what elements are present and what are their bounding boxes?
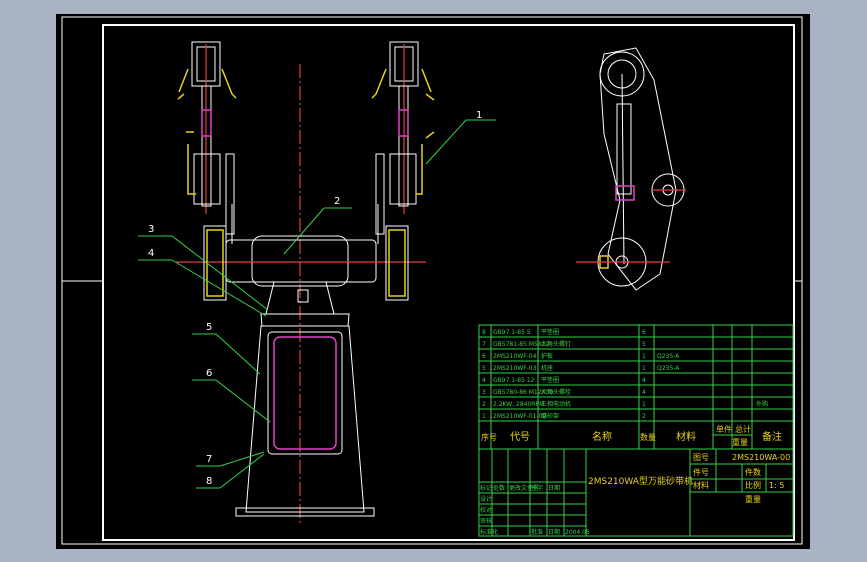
bom-cell-code: 2MS210WF-03	[493, 365, 537, 372]
bom-cell-qty: 1	[642, 365, 646, 372]
bom-cell-name: 机座	[541, 364, 553, 372]
title-block: 2MS210WA型万能砂带机 图号 2MS210WA-00 件号 件数 比例 1…	[478, 448, 794, 537]
bom-cell-material: Q235-A	[657, 353, 680, 360]
balloon-6: 6	[206, 368, 212, 379]
hdr-single: 单件	[716, 424, 732, 434]
bom-cell-name: 平垫圈	[541, 376, 559, 384]
tb-designer: 设计	[480, 495, 492, 503]
drawing-canvas: 1 2 3 4 5 6 7 8 8 GB97.1-85 5 平垫圈 67 GB5…	[61, 16, 803, 545]
scale-value: 1: 5	[769, 481, 784, 490]
bom-cell-qty: 6	[642, 329, 646, 336]
parts-list: 8 GB97.1-85 5 平垫圈 67 GB5781-85 M5X12六角头螺钉 56 2…	[478, 324, 794, 450]
tb-mark: 标记	[480, 484, 492, 492]
bom-cell-no: 8	[482, 329, 486, 336]
hdr-total: 总计	[735, 424, 751, 434]
bom-cell-material: Q235-A	[657, 365, 680, 372]
tb-sign: 签字	[531, 484, 543, 492]
cad-viewport[interactable]: 1 2 3 4 5 6 7 8 8 GB97.1-85 5 平垫圈 6 7 GB…	[0, 0, 867, 562]
count-label: 件数	[745, 467, 761, 477]
material-label: 材料	[693, 480, 709, 490]
bom-cell-name: 平垫圈	[541, 328, 559, 336]
bom-cell-note: 外购	[756, 400, 768, 408]
drawing-code-label: 图号	[693, 453, 709, 462]
bom-cell-name: 六角头螺栓	[541, 388, 571, 396]
scale-label: 比例	[745, 480, 761, 490]
balloon-5: 5	[206, 322, 212, 333]
bom-cell-qty: 4	[642, 389, 646, 396]
balloon-2: 2	[334, 196, 340, 207]
balloon-leaders	[138, 119, 496, 489]
balloon-4: 4	[148, 248, 154, 259]
front-view	[176, 41, 435, 524]
drawing-title: 2MS210WA型万能砂带机	[588, 475, 693, 487]
weight-label: 重量	[745, 494, 761, 504]
bom-cell-code: GB97.1-85 5	[493, 329, 531, 336]
bom-cell-qty: 2	[642, 413, 646, 420]
bom-cell-qty: 1	[642, 401, 646, 408]
balloon-3: 3	[148, 224, 154, 235]
bom-cell-code: GB97.1-85 12	[493, 377, 535, 384]
balloon-8: 8	[206, 476, 212, 487]
tb-count: 处数	[493, 484, 505, 492]
tb-stdcheck: 标准化	[480, 528, 498, 536]
hdr-no: 序号	[481, 432, 497, 442]
drawing-sheet: 1 2 3 4 5 6 7 8 8 GB97.1-85 5 平垫圈 6 7 GB…	[56, 14, 810, 549]
part-no-label: 件号	[693, 467, 709, 477]
bom-cell-no: 7	[482, 341, 486, 348]
bom-cell-no: 2	[482, 401, 486, 408]
bom-cell-name: 磨砂架	[541, 412, 559, 420]
tb-date-value: 2004.05	[565, 529, 590, 536]
bom-cell-no: 3	[482, 389, 486, 396]
drawing-code: 2MS210WA-00	[732, 453, 790, 462]
tb-approver: 批准	[531, 528, 543, 536]
bom-cell-qty: 4	[642, 377, 646, 384]
balloon-1: 1	[476, 110, 482, 121]
hdr-weight: 重量	[732, 437, 748, 447]
hdr-code: 代号	[510, 431, 530, 443]
bom-cell-name: 护板	[541, 352, 553, 360]
bom-cell-code: 2MS210WF-04	[493, 353, 537, 360]
bom-cell-no: 6	[482, 353, 486, 360]
tb-date: 日期	[548, 484, 560, 492]
hdr-material: 材料	[676, 430, 696, 443]
balloon-labels: 1 2 3 4 5 6 7 8	[148, 110, 482, 487]
bom-cell-no: 1	[482, 413, 486, 420]
bom-cell-code: 2.2KW, 2840RPM	[493, 401, 544, 408]
hdr-qty: 数量	[640, 432, 656, 442]
bom-cell-qty: 5	[642, 341, 646, 348]
tb-reviewer: 审核	[480, 517, 492, 525]
bom-cell-no: 5	[482, 365, 486, 372]
tb-date-label: 日期	[548, 528, 560, 536]
side-view	[576, 47, 686, 291]
bom-cell-code: 2MS210WF-01-00	[493, 413, 546, 420]
tb-checker: 校对	[480, 506, 492, 514]
bom-cell-name: 三相电动机	[541, 400, 571, 408]
bom-cell-no: 4	[482, 377, 486, 384]
hdr-name: 名称	[592, 430, 612, 443]
outer-frame	[61, 16, 803, 545]
balloon-7: 7	[206, 454, 212, 465]
hdr-note: 备注	[762, 430, 782, 443]
bom-cell-name: 六角头螺钉	[541, 340, 571, 348]
bom-cell-qty: 1	[642, 353, 646, 360]
